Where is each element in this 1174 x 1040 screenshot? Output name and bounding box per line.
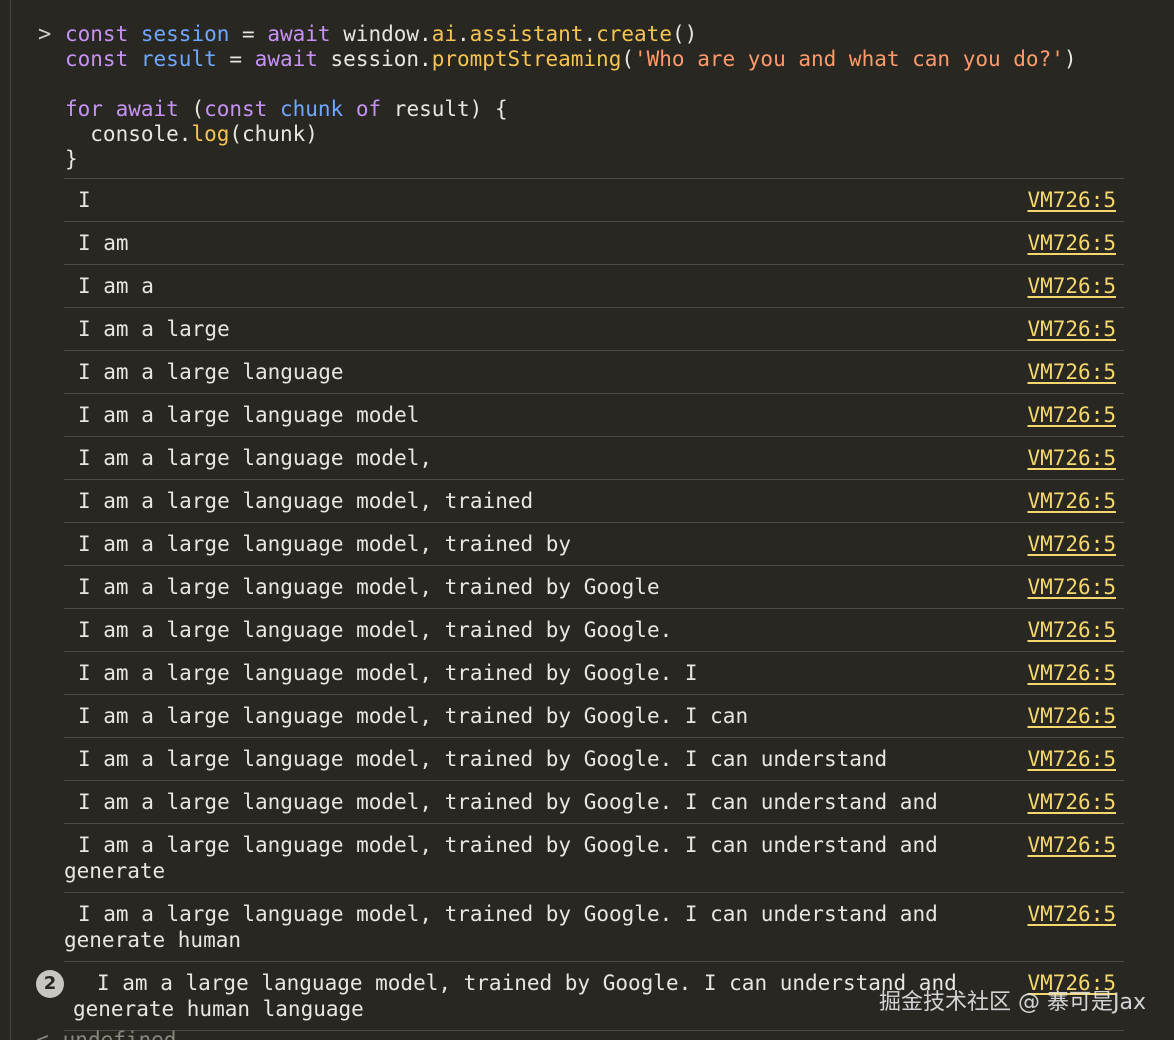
- console-log-row: I am a large language model, trained by …: [64, 893, 1124, 962]
- console-log-row: I am VM726:5: [64, 222, 1124, 265]
- log-source-link[interactable]: VM726:5: [1027, 230, 1116, 256]
- log-message: I am a large language model, trained: [78, 489, 534, 513]
- log-source-link[interactable]: VM726:5: [1027, 617, 1116, 643]
- log-message: I am a large language model, trained by …: [64, 902, 951, 952]
- log-message: I am a large language model, trained by …: [78, 790, 938, 814]
- code-line-1: const session = await window.ai.assistan…: [65, 22, 698, 46]
- repeat-count-badge: 2: [36, 970, 64, 998]
- log-source-link[interactable]: VM726:5: [1027, 660, 1116, 686]
- console-log-row: I am a large language model, trained VM72…: [64, 480, 1124, 523]
- console-log-row: I VM726:5: [64, 179, 1124, 222]
- console-log-row: I am a large language VM726:5: [64, 351, 1124, 394]
- log-source-link[interactable]: VM726:5: [1027, 445, 1116, 471]
- result-row: < undefined: [36, 1028, 176, 1040]
- log-message: I am a large language model,: [78, 446, 433, 470]
- result-value: undefined: [62, 1028, 177, 1040]
- log-source-link[interactable]: VM726:5: [1027, 789, 1116, 815]
- log-source-link[interactable]: VM726:5: [1027, 901, 1116, 927]
- log-message: I am a large language model, trained by: [78, 532, 572, 556]
- log-message: I am a large language model, trained by …: [73, 971, 970, 1021]
- log-message: I am a large language model, trained by …: [78, 747, 888, 771]
- code-line-4: for await (const chunk of result) {: [65, 97, 508, 121]
- console-log-row: I am a large language model, trained by …: [64, 566, 1124, 609]
- code-line-2: const result = await session.promptStrea…: [65, 47, 1077, 71]
- console-log-row: I am a large language model, trained by …: [64, 652, 1124, 695]
- log-source-link[interactable]: VM726:5: [1027, 273, 1116, 299]
- console-log-row: I am a large language model, trained by …: [64, 738, 1124, 781]
- result-arrow-icon: <: [36, 1028, 49, 1040]
- code-line-6: }: [65, 147, 78, 171]
- input-prompt-icon: >: [38, 22, 52, 47]
- console-log-row: I am a large language model, trained by …: [64, 695, 1124, 738]
- log-source-link[interactable]: VM726:5: [1027, 488, 1116, 514]
- console-log-row: I am a large language model, VM726:5: [64, 437, 1124, 480]
- log-message: I am a: [78, 274, 154, 298]
- log-message: I am a large language model: [78, 403, 420, 427]
- console-log-row: I am a large language model, trained by V…: [64, 523, 1124, 566]
- log-source-link[interactable]: VM726:5: [1027, 187, 1116, 213]
- log-source-link[interactable]: VM726:5: [1027, 359, 1116, 385]
- log-source-link[interactable]: VM726:5: [1027, 832, 1116, 858]
- console-log-row: I am a large language model, trained by …: [64, 609, 1124, 652]
- log-message: I am a large language: [78, 360, 344, 384]
- console-log-row: I am a large language model, trained by …: [64, 824, 1124, 893]
- log-message: I am a large language model, trained by …: [78, 618, 673, 642]
- log-source-link[interactable]: VM726:5: [1027, 531, 1116, 557]
- log-source-link[interactable]: VM726:5: [1027, 703, 1116, 729]
- log-message: I am a large language model, trained by …: [78, 704, 749, 728]
- log-message: I am a large language model, trained by …: [64, 833, 951, 883]
- console-log-list: I VM726:5 I am VM726:5 I am a VM726:5 I am a l…: [64, 178, 1124, 1031]
- watermark: 掘金技术社区 @ 寨可是Jax: [879, 990, 1146, 1015]
- console-log-row: I am a large VM726:5: [64, 308, 1124, 351]
- code-line-5: console.log(chunk): [65, 122, 318, 146]
- console-left-border: [10, 0, 11, 1040]
- log-message: I am a large language model, trained by …: [78, 575, 660, 599]
- log-message: I am: [78, 231, 129, 255]
- log-source-link[interactable]: VM726:5: [1027, 574, 1116, 600]
- log-source-link[interactable]: VM726:5: [1027, 402, 1116, 428]
- log-source-link[interactable]: VM726:5: [1027, 316, 1116, 342]
- log-source-link[interactable]: VM726:5: [1027, 746, 1116, 772]
- console-log-row: I am a large language model VM726:5: [64, 394, 1124, 437]
- log-message: I am a large language model, trained by …: [78, 661, 698, 685]
- log-message: I am a large: [78, 317, 230, 341]
- console-log-row: I am a large language model, trained by …: [64, 781, 1124, 824]
- console-input-code[interactable]: const session = await window.ai.assistan…: [65, 22, 1077, 172]
- console-log-row: I am a VM726:5: [64, 265, 1124, 308]
- log-message: I: [78, 188, 91, 212]
